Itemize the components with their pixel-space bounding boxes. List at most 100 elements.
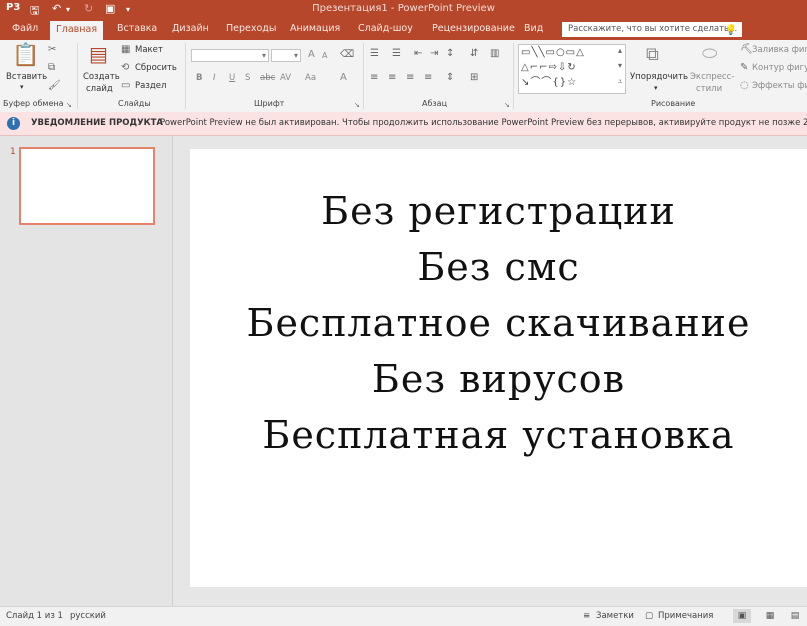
arrange-dropdown-icon[interactable]: ▾ — [654, 84, 658, 92]
paste-dropdown-icon[interactable]: ▾ — [20, 83, 24, 91]
tab-review[interactable]: Рецензирование — [432, 23, 515, 34]
gallery-scroll-up-icon[interactable]: ▴ — [618, 45, 622, 57]
shapes-row: ▭╲╲▭○▭△ — [521, 47, 585, 58]
group-separator — [513, 43, 514, 109]
shape-outline-button[interactable]: Контур фигу — [752, 63, 807, 73]
bullets-icon[interactable]: ☰ — [370, 48, 379, 60]
slide-text-line[interactable]: Без вирусов — [190, 357, 807, 401]
align-left-icon[interactable]: ≡ — [370, 72, 378, 84]
slide-text-line[interactable]: Без смс — [190, 245, 807, 289]
font-name-combo[interactable] — [191, 49, 269, 62]
font-size-combo[interactable] — [271, 49, 301, 62]
notification-text: PowerPoint Preview не был активирован. Ч… — [160, 118, 807, 128]
shape-fill-button[interactable]: Заливка фиг — [752, 45, 807, 55]
reset-icon: ⟲ — [121, 62, 130, 73]
format-painter-icon[interactable]: 🖌 — [48, 80, 61, 92]
normal-view-icon[interactable]: ▣ — [733, 609, 751, 623]
layout-button[interactable]: Макет — [135, 45, 163, 55]
columns-icon[interactable]: ▥ — [490, 48, 499, 60]
group-separator — [77, 43, 78, 109]
slide-canvas[interactable]: Без регистрации Без смс Бесплатное скачи… — [190, 149, 807, 587]
font-launcher-icon[interactable]: ↘ — [354, 99, 360, 111]
paste-button[interactable]: Вставить — [6, 72, 47, 82]
quick-styles-button-line2[interactable]: стили — [696, 84, 722, 94]
tab-file[interactable]: Файл — [12, 23, 38, 34]
shape-effects-icon: ◌ — [740, 80, 749, 91]
tab-slideshow[interactable]: Слайд-шоу — [358, 23, 413, 34]
shrink-font-icon[interactable]: A — [322, 51, 327, 60]
comments-button[interactable]: Примечания — [658, 611, 713, 621]
new-slide-button-line2[interactable]: слайд — [86, 84, 113, 94]
smartart-icon[interactable]: ⊞ — [470, 72, 478, 84]
tab-transitions[interactable]: Переходы — [226, 23, 276, 34]
font-group-label: Шрифт — [254, 99, 285, 108]
tab-design[interactable]: Дизайн — [172, 23, 209, 34]
slide-text-line[interactable]: Бесплатное скачивание — [190, 301, 807, 345]
new-slide-button-line1[interactable]: Создать — [83, 72, 120, 82]
increase-indent-icon[interactable]: ⇥ — [430, 48, 438, 60]
quick-styles-icon[interactable]: ⬭ — [702, 44, 717, 64]
slide-text-line[interactable]: Бесплатная установка — [190, 413, 807, 457]
shape-outline-icon: ✎ — [740, 62, 749, 73]
grow-font-icon[interactable]: A — [308, 49, 315, 60]
shadow-button[interactable]: S — [245, 73, 250, 83]
italic-button[interactable]: I — [213, 73, 216, 83]
language-indicator[interactable]: русский — [70, 611, 106, 621]
font-color-button[interactable]: A — [340, 72, 347, 83]
align-center-icon[interactable]: ≡ — [388, 72, 396, 84]
copy-icon[interactable]: ⧉ — [48, 62, 55, 74]
slide-text-line[interactable]: Без регистрации — [190, 189, 807, 233]
shapes-row: ↘⌒⌒{}☆ — [521, 77, 578, 88]
align-right-icon[interactable]: ≡ — [406, 72, 414, 84]
align-text-icon[interactable]: ⇕ — [446, 72, 454, 84]
layout-icon: ▦ — [121, 44, 131, 55]
info-icon: i — [7, 117, 20, 130]
shapes-gallery[interactable]: ▭╲╲▭○▭△ △⌐⌐⇨⇩↻ ↘⌒⌒{}☆ — [518, 44, 626, 94]
arrange-button[interactable]: Упорядочить — [630, 72, 688, 82]
notes-button[interactable]: Заметки — [596, 611, 634, 621]
character-spacing-button[interactable]: AV — [280, 73, 291, 83]
notes-icon[interactable]: ≡ — [583, 611, 590, 621]
change-case-button[interactable]: Aa — [305, 73, 316, 83]
tell-me-placeholder: Расскажите, что вы хотите сделать... — [568, 24, 738, 34]
bold-button[interactable]: B — [196, 73, 202, 83]
line-spacing-icon[interactable]: ↕ — [446, 48, 454, 60]
group-separator — [185, 43, 186, 109]
decrease-indent-icon[interactable]: ⇤ — [414, 48, 422, 60]
new-slide-icon[interactable]: ▤ — [89, 43, 108, 65]
cut-icon[interactable]: ✂ — [48, 44, 56, 56]
tab-home[interactable]: Главная — [50, 21, 104, 40]
slide-counter: Слайд 1 из 1 — [6, 611, 63, 621]
paragraph-launcher-icon[interactable]: ↘ — [504, 99, 510, 111]
reset-button[interactable]: Сбросить — [135, 63, 177, 73]
tell-me-search-input[interactable]: Расскажите, что вы хотите сделать... 💡 — [562, 22, 742, 37]
paste-icon[interactable]: 📋 — [12, 44, 39, 68]
text-direction-icon[interactable]: ⇵ — [470, 48, 478, 60]
clear-formatting-icon[interactable]: ⌫ — [340, 49, 354, 61]
status-bar: Слайд 1 из 1 русский ≡ Заметки ▢ Примеча… — [0, 606, 807, 626]
drawing-group-label: Рисование — [651, 99, 696, 108]
slides-group-label: Слайды — [118, 99, 151, 108]
reading-view-icon[interactable]: ▤ — [786, 609, 804, 623]
slide-thumbnail[interactable] — [19, 147, 155, 225]
numbering-icon[interactable]: ☰ — [392, 48, 401, 60]
comments-icon[interactable]: ▢ — [645, 611, 653, 621]
gallery-more-icon[interactable]: ⩡ — [618, 76, 623, 88]
clipboard-group-label: Буфер обмена — [3, 99, 64, 108]
section-button[interactable]: Раздел — [135, 81, 166, 91]
tab-animations[interactable]: Анимация — [290, 23, 340, 34]
tab-view[interactable]: Вид — [524, 23, 543, 34]
quick-styles-button-line1[interactable]: Экспресс- — [690, 72, 734, 82]
underline-button[interactable]: U — [229, 73, 235, 83]
ribbon: 📋 Вставить ▾ ✂ ⧉ 🖌 Буфер обмена ↘ ▤ Созд… — [0, 40, 807, 113]
slide-sorter-view-icon[interactable]: ▦ — [761, 609, 779, 623]
tab-insert[interactable]: Вставка — [117, 23, 157, 34]
clipboard-launcher-icon[interactable]: ↘ — [66, 99, 72, 111]
gallery-scroll-down-icon[interactable]: ▾ — [618, 60, 622, 72]
title-bar: P3 🖫 ↶ ▾ ↻ ▣ ▾ Презентация1 - PowerPoint… — [0, 0, 807, 20]
paragraph-group-label: Абзац — [422, 99, 448, 108]
strikethrough-button[interactable]: abc — [260, 73, 275, 83]
arrange-icon[interactable]: ⧉ — [646, 45, 659, 65]
shape-effects-button[interactable]: Эффекты фи — [752, 81, 807, 91]
justify-icon[interactable]: ≡ — [424, 72, 432, 84]
